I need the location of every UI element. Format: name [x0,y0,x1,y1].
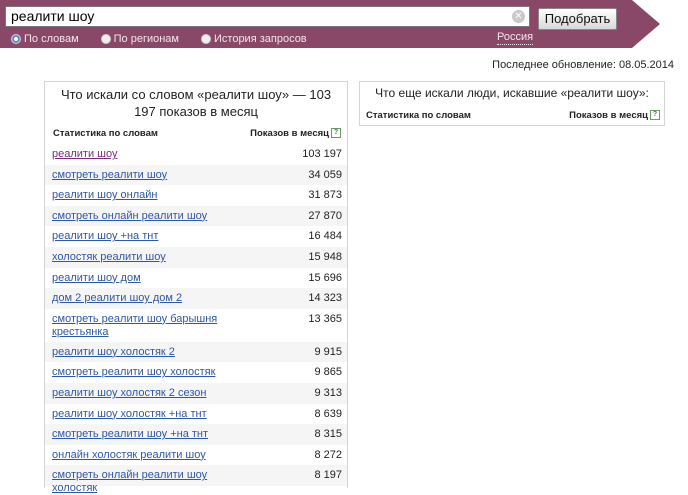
table-header: Статистика по словам Показов в месяц? [53,128,341,139]
stats-rows: реалити шоу 103 197 смотреть реалити шоу 34… [45,144,347,494]
table-row: смотреть реалити шоу холостяк 9 865 [45,362,347,383]
impressions-count: 34 059 [308,168,342,181]
phrase-link[interactable]: реалити шоу холостяк 2 [52,346,175,359]
impressions-count: 103 197 [302,148,342,160]
search-mode-group: По словам По регионам История запросов [11,33,307,45]
impressions-count: 13 365 [308,312,342,325]
phrase-link[interactable]: дом 2 реалити шоу дом 2 [52,292,182,305]
related-stats-panel: Что еще искали люди, искавшие «реалити ш… [359,81,665,126]
impressions-count: 9 313 [314,386,342,399]
phrase-link[interactable]: смотреть реалити шоу [52,169,167,182]
impressions-count: 15 948 [308,250,342,263]
mode-by-regions[interactable]: По регионам [100,33,179,45]
table-row: смотреть реалити шоу 34 059 [45,164,347,186]
table-row: смотреть онлайн реалити шоу холостяк 8 19… [45,465,347,494]
impressions-count: 14 323 [308,292,342,305]
table-row: реалити шоу 103 197 [45,144,347,165]
column-phrase: Статистика по словам [366,110,471,121]
phrase-link[interactable]: смотреть реалити шоу холостяк [52,366,215,379]
last-update: Последнее обновление: 08.05.2014 [492,59,674,71]
impressions-count: 15 696 [308,271,342,284]
table-row: реалити шоу дом 15 696 [45,268,347,289]
search-band: реалити шоу ✕ Подобрать По словам По рег… [0,0,660,48]
help-icon[interactable]: ? [650,110,660,121]
table-row: реалити шоу холостяк 2 9 915 [45,341,347,363]
table-row: холостяк реалити шоу 15 948 [45,246,347,268]
help-icon[interactable]: ? [331,128,341,139]
phrase-link[interactable]: реалити шоу +на тнт [52,230,158,243]
impressions-count: 16 484 [308,230,342,243]
table-row: смотреть реалити шоу барышня крестьянка 1… [45,309,347,342]
radio-icon[interactable] [201,34,211,44]
word-stats-panel: Что искали со словом «реалити шоу» — 103… [44,81,348,494]
phrase-link[interactable]: реалити шоу дом [52,272,141,285]
table-row: реалити шоу онлайн 31 873 [45,185,347,206]
impressions-count: 8 272 [314,448,342,461]
radio-icon[interactable] [11,34,21,44]
phrase-link[interactable]: смотреть онлайн реалити шоу холостяк [52,469,232,495]
impressions-count: 27 870 [308,209,342,222]
table-row: онлайн холостяк реалити шоу 8 272 [45,445,347,466]
mode-label: По словам [24,33,79,45]
phrase-link[interactable]: онлайн холостяк реалити шоу [52,449,206,462]
phrase-link[interactable]: реалити шоу онлайн [52,189,157,202]
mode-label: По регионам [113,33,179,45]
mode-history[interactable]: История запросов [201,33,307,45]
impressions-count: 8 197 [314,469,342,482]
table-row: реалити шоу +на тнт 16 484 [45,226,347,247]
impressions-count: 8 639 [314,407,342,420]
column-count-label: Показов в месяц [250,128,329,139]
table-header: Статистика по словам Показов в месяц? [366,110,660,121]
mode-label: История запросов [214,33,307,45]
phrase-link[interactable]: холостяк реалити шоу [52,251,166,264]
region-link[interactable]: Россия [497,31,534,45]
table-row: смотреть онлайн реалити шоу 27 870 [45,205,347,227]
search-query[interactable]: реалити шоу [11,8,94,24]
column-phrase: Статистика по словам [53,128,158,139]
table-row: смотреть реалити шоу +на тнт 8 315 [45,424,347,445]
phrase-link[interactable]: реалити шоу [52,148,117,161]
phrase-link[interactable]: смотреть онлайн реалити шоу [52,210,207,223]
phrase-link[interactable]: смотреть реалити шоу +на тнт [52,428,208,441]
mode-by-words[interactable]: По словам [11,33,79,45]
phrase-link[interactable]: реалити шоу холостяк +на тнт [52,408,207,421]
radio-icon[interactable] [100,34,111,44]
column-count: Показов в месяц? [569,110,660,121]
impressions-count: 31 873 [308,189,342,202]
submit-button[interactable]: Подобрать [538,8,617,30]
table-row: дом 2 реалити шоу дом 2 14 323 [45,288,347,309]
clear-icon[interactable]: ✕ [512,10,525,23]
column-count: Показов в месяц? [250,128,341,139]
panel-title: Что еще искали люди, искавшие «реалити ш… [375,86,649,100]
table-row: реалити шоу холостяк +на тнт 8 639 [45,404,347,425]
search-input[interactable]: реалити шоу ✕ [5,6,530,27]
table-row: реалити шоу холостяк 2 сезон 9 313 [45,382,347,404]
panel-title: Что искали со словом «реалити шоу» — 103… [60,87,332,119]
impressions-count: 8 315 [314,428,342,441]
impressions-count: 9 915 [314,345,342,358]
phrase-link[interactable]: реалити шоу холостяк 2 сезон [52,387,206,400]
phrase-link[interactable]: смотреть реалити шоу барышня крестьянка [52,313,232,339]
impressions-count: 9 865 [314,366,342,379]
column-count-label: Показов в месяц [569,110,648,121]
